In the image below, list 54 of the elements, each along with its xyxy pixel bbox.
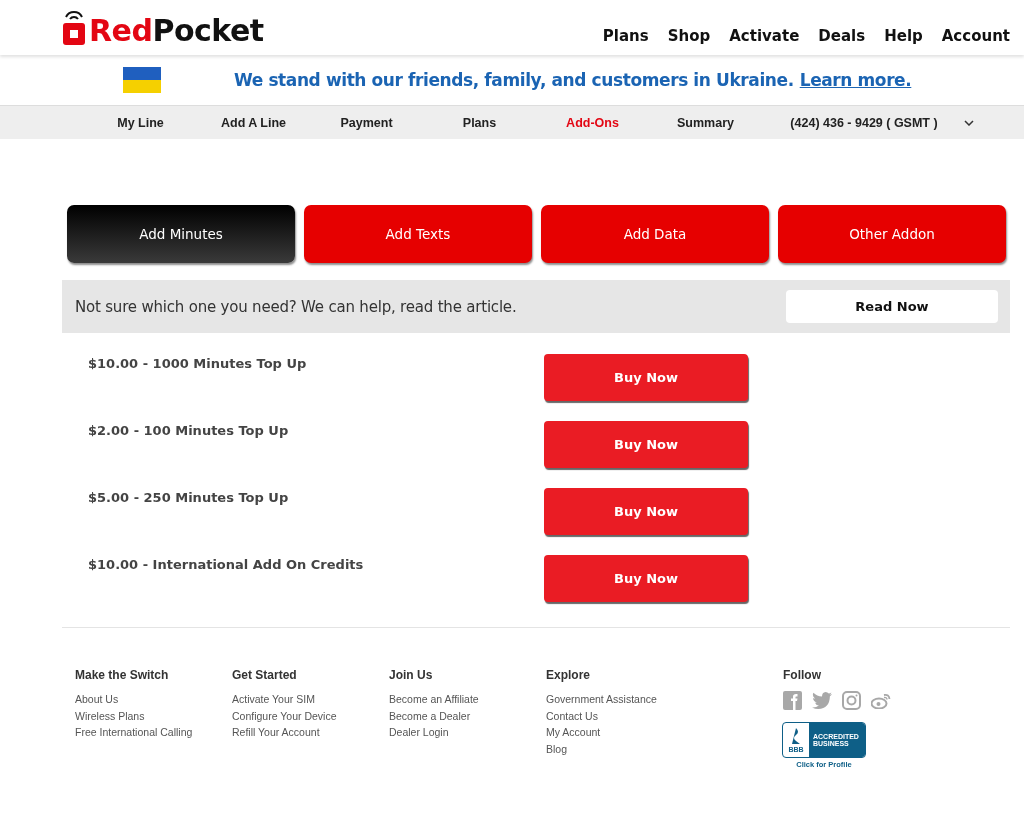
footer-link[interactable]: Activate Your SIM	[232, 691, 315, 708]
tab[interactable]: Add Minutes	[67, 205, 295, 263]
buy-now-button[interactable]: Buy Now	[544, 354, 748, 401]
footer-heading: Follow	[783, 668, 821, 682]
tab[interactable]: Add Texts	[304, 205, 532, 263]
buy-now-button[interactable]: Buy Now	[544, 555, 748, 602]
product-name: $10.00 - 1000 Minutes Top Up	[88, 355, 308, 371]
nav-link[interactable]: Deals	[818, 27, 866, 45]
subnav-item[interactable]: Plans	[423, 115, 536, 130]
footer-link[interactable]: My Account	[546, 724, 601, 742]
footer-link[interactable]: Blog	[546, 741, 567, 758]
brand-name[interactable]: RedPocket	[89, 15, 264, 47]
buy-now-button[interactable]: Buy Now	[544, 421, 748, 468]
facebook-icon[interactable]	[783, 691, 802, 710]
footer-heading: Get Started	[232, 668, 297, 682]
subnav-item[interactable]: Add-Ons	[536, 115, 649, 130]
learn-more-link[interactable]: Learn more.	[799, 70, 912, 90]
footer-link[interactable]: Dealer Login	[389, 724, 449, 742]
chevron-down-icon[interactable]	[964, 119, 974, 126]
tab[interactable]: Other Addon	[778, 205, 1006, 263]
tab[interactable]: Add Data	[541, 205, 769, 263]
subnav-item[interactable]: Summary	[649, 115, 762, 130]
read-now-button[interactable]: Read Now	[786, 290, 998, 323]
footer-link[interactable]: Become a Dealer	[389, 707, 471, 725]
product-name: $10.00 - International Add On Credits	[88, 556, 365, 572]
product-name: $2.00 - 100 Minutes Top Up	[88, 422, 290, 438]
footer-link[interactable]: About Us	[75, 691, 119, 708]
subnav-item[interactable]: Payment	[310, 115, 423, 130]
footer-heading: Explore	[546, 668, 590, 682]
buy-now-button[interactable]: Buy Now	[544, 488, 748, 535]
nav-link[interactable]: Help	[884, 27, 923, 45]
footer-heading: Join Us	[389, 668, 433, 682]
line-selector[interactable]: (424) 436 - 9429 ( GSMT )	[784, 115, 944, 130]
footer-link[interactable]: Wireless Plans	[75, 707, 145, 725]
banner-text: We stand with our friends, family, and customers in Ukraine.	[234, 70, 794, 90]
subnav-item[interactable]: Add A Line	[197, 115, 310, 130]
nav-link[interactable]: Shop	[667, 27, 711, 45]
footer-link[interactable]: Government Assistance	[546, 691, 657, 708]
footer-link[interactable]: Configure Your Device	[232, 707, 337, 725]
nav-link[interactable]: Activate	[729, 27, 800, 45]
footer-link[interactable]: Become an Affiliate	[389, 691, 479, 708]
nav-link[interactable]: Plans	[602, 27, 649, 45]
help-text: Not sure which one you need? We can help, read the article.	[75, 297, 517, 316]
footer-link[interactable]: Contact Us	[546, 707, 598, 725]
footer-heading: Make the Switch	[75, 668, 169, 682]
footer-link[interactable]: Refill Your Account	[232, 724, 320, 742]
flag-icon	[123, 67, 161, 93]
weibo-icon[interactable]	[871, 692, 891, 709]
bird-icon[interactable]	[812, 692, 832, 709]
camera-icon[interactable]	[842, 691, 861, 710]
footer-link[interactable]: Free International Calling	[75, 724, 193, 742]
product-name: $5.00 - 250 Minutes Top Up	[88, 489, 290, 505]
nav-link[interactable]: Account	[941, 27, 1010, 45]
subnav-item[interactable]: My Line	[84, 115, 197, 130]
